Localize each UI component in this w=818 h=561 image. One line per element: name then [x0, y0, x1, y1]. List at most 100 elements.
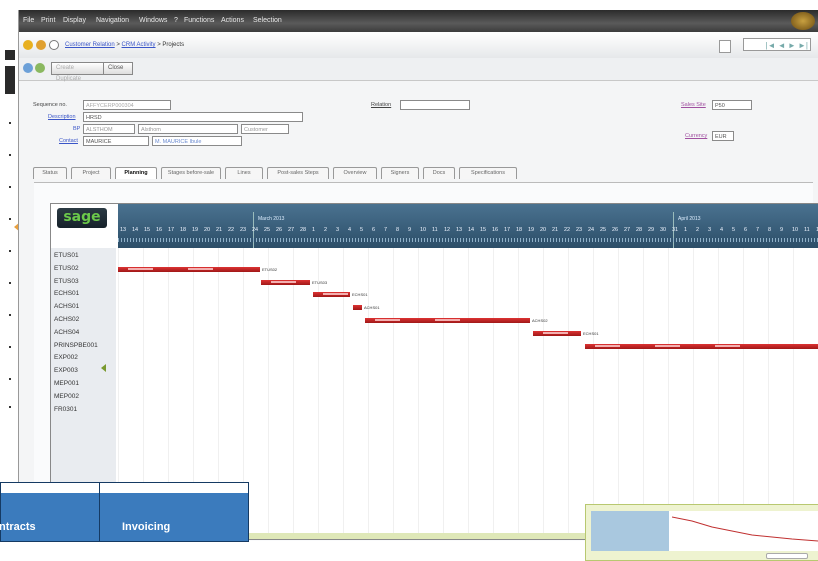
menu-print[interactable]: Print: [41, 17, 55, 24]
day-label: 7: [756, 227, 760, 233]
month-label: March 2013: [258, 216, 285, 222]
sequence-field[interactable]: AFFYCERP000304: [83, 100, 171, 110]
task-bar[interactable]: [261, 279, 310, 285]
sales-site-field[interactable]: P50: [712, 100, 752, 110]
task-bar[interactable]: [313, 292, 350, 298]
day-label: 28: [636, 227, 643, 233]
tab-planning[interactable]: Planning: [115, 167, 157, 179]
breadcrumb: Customer Relation > CRM Activity > Proje…: [65, 42, 185, 48]
breadcrumb-projects: Projects: [162, 42, 185, 48]
refresh-icon[interactable]: [49, 40, 59, 50]
task-row-label[interactable]: ECHS01: [54, 290, 79, 297]
task-row-label[interactable]: ETUS02: [54, 265, 79, 272]
tab-project[interactable]: Project: [71, 167, 111, 179]
task-row-label[interactable]: EXP002: [54, 354, 78, 361]
shortcut-icon[interactable]: [36, 40, 46, 50]
menu-help[interactable]: ?: [174, 17, 178, 24]
task-row-label[interactable]: PRINSPBE001: [54, 342, 98, 349]
day-label: 23: [576, 227, 583, 233]
task-bar[interactable]: [353, 305, 362, 311]
side-tab-2[interactable]: [5, 66, 15, 94]
day-label: 29: [648, 227, 655, 233]
day-label: 6: [744, 227, 748, 233]
task-row-label[interactable]: ETUS01: [54, 252, 79, 259]
day-label: 3: [708, 227, 712, 233]
relation-label[interactable]: Relation: [371, 102, 391, 108]
task-row-label[interactable]: MEP002: [54, 393, 79, 400]
menu-functions[interactable]: Functions: [184, 17, 214, 24]
day-label: 2: [324, 227, 328, 233]
task-row-label[interactable]: FR0301: [54, 406, 77, 413]
application-window: File Print Display Navigation Windows ? …: [5, 10, 818, 561]
nav-tile-invoicing[interactable]: Invoicing: [99, 482, 249, 542]
favorite-icon[interactable]: [23, 40, 33, 50]
currency-field[interactable]: EUR: [712, 131, 734, 141]
menu-selection[interactable]: Selection: [253, 17, 282, 24]
day-label: 30: [660, 227, 667, 233]
tab-lines[interactable]: Lines: [225, 167, 263, 179]
grid-line: [418, 248, 419, 539]
menu-windows[interactable]: Windows: [139, 17, 167, 24]
new-icon[interactable]: [35, 63, 45, 73]
day-label: 8: [396, 227, 400, 233]
breadcrumb-crm-activity[interactable]: CRM Activity: [122, 42, 156, 48]
tab-post-sales-steps[interactable]: Post-sales Steps: [267, 167, 329, 179]
grid-line: [643, 248, 644, 539]
grid-line: [693, 248, 694, 539]
day-label: 9: [780, 227, 784, 233]
close-button[interactable]: Close: [103, 62, 133, 75]
sage-logo: sage: [57, 208, 107, 228]
menu-actions[interactable]: Actions: [221, 17, 244, 24]
day-label: 18: [516, 227, 523, 233]
breadcrumb-customer-relation[interactable]: Customer Relation: [65, 42, 115, 48]
task-row-label[interactable]: ETUS03: [54, 278, 79, 285]
task-bar[interactable]: [365, 318, 530, 323]
create-duplicate-button[interactable]: Create Duplicate: [51, 62, 105, 82]
menu-navigation[interactable]: Navigation: [96, 17, 129, 24]
timeline-ticks: [118, 238, 818, 242]
description-label[interactable]: Description: [48, 114, 76, 120]
task-row-label[interactable]: MEP001: [54, 380, 79, 387]
menu-file[interactable]: File: [23, 17, 34, 24]
day-label: 11: [432, 227, 438, 233]
task-row-label[interactable]: ACHS01: [54, 303, 79, 310]
save-icon[interactable]: [23, 63, 33, 73]
day-label: 14: [468, 227, 475, 233]
tab-status[interactable]: Status: [33, 167, 67, 179]
task-row-label[interactable]: ACHS04: [54, 329, 79, 336]
tab-overview[interactable]: Overview: [333, 167, 377, 179]
day-label: 3: [336, 227, 340, 233]
task-row-label[interactable]: EXP003: [54, 367, 78, 374]
contact-field[interactable]: MAURICE: [83, 136, 149, 146]
day-label: 16: [156, 227, 163, 233]
collapse-arrow-icon[interactable]: [101, 364, 106, 372]
tab-specifications[interactable]: Specifications: [459, 167, 517, 179]
day-label: 10: [420, 227, 427, 233]
sales-site-label[interactable]: Sales Site: [681, 102, 706, 108]
relation-field[interactable]: [400, 100, 470, 110]
day-label: 8: [768, 227, 772, 233]
day-label: 28: [300, 227, 307, 233]
task-bar[interactable]: [118, 266, 260, 272]
minimap-viewport[interactable]: [591, 511, 669, 551]
gantt-overview-minimap[interactable]: [585, 504, 818, 561]
side-tab[interactable]: [5, 50, 15, 60]
record-navigation[interactable]: |◄ ◄ ► ►|: [743, 38, 811, 51]
description-field[interactable]: HRSD: [83, 112, 303, 122]
tab-docs[interactable]: Docs: [423, 167, 455, 179]
bp-field[interactable]: ALSTHOM: [83, 124, 135, 134]
day-label: 4: [348, 227, 352, 233]
task-row-label[interactable]: ACHS02: [54, 316, 79, 323]
grid-line: [368, 248, 369, 539]
contact-label[interactable]: Contact: [59, 138, 78, 144]
tab-signers[interactable]: Signers: [381, 167, 419, 179]
task-bar[interactable]: [533, 330, 581, 336]
nav-tile-contracts[interactable]: ntracts: [0, 482, 100, 542]
currency-label[interactable]: Currency: [685, 133, 707, 139]
menu-display[interactable]: Display: [63, 17, 86, 24]
record-selector[interactable]: [719, 40, 731, 53]
task-bar[interactable]: [585, 343, 818, 349]
tab-stages-before-sale[interactable]: Stages before-sale: [161, 167, 221, 179]
day-label: 9: [408, 227, 412, 233]
minimap-zoom-slider[interactable]: [766, 553, 808, 559]
